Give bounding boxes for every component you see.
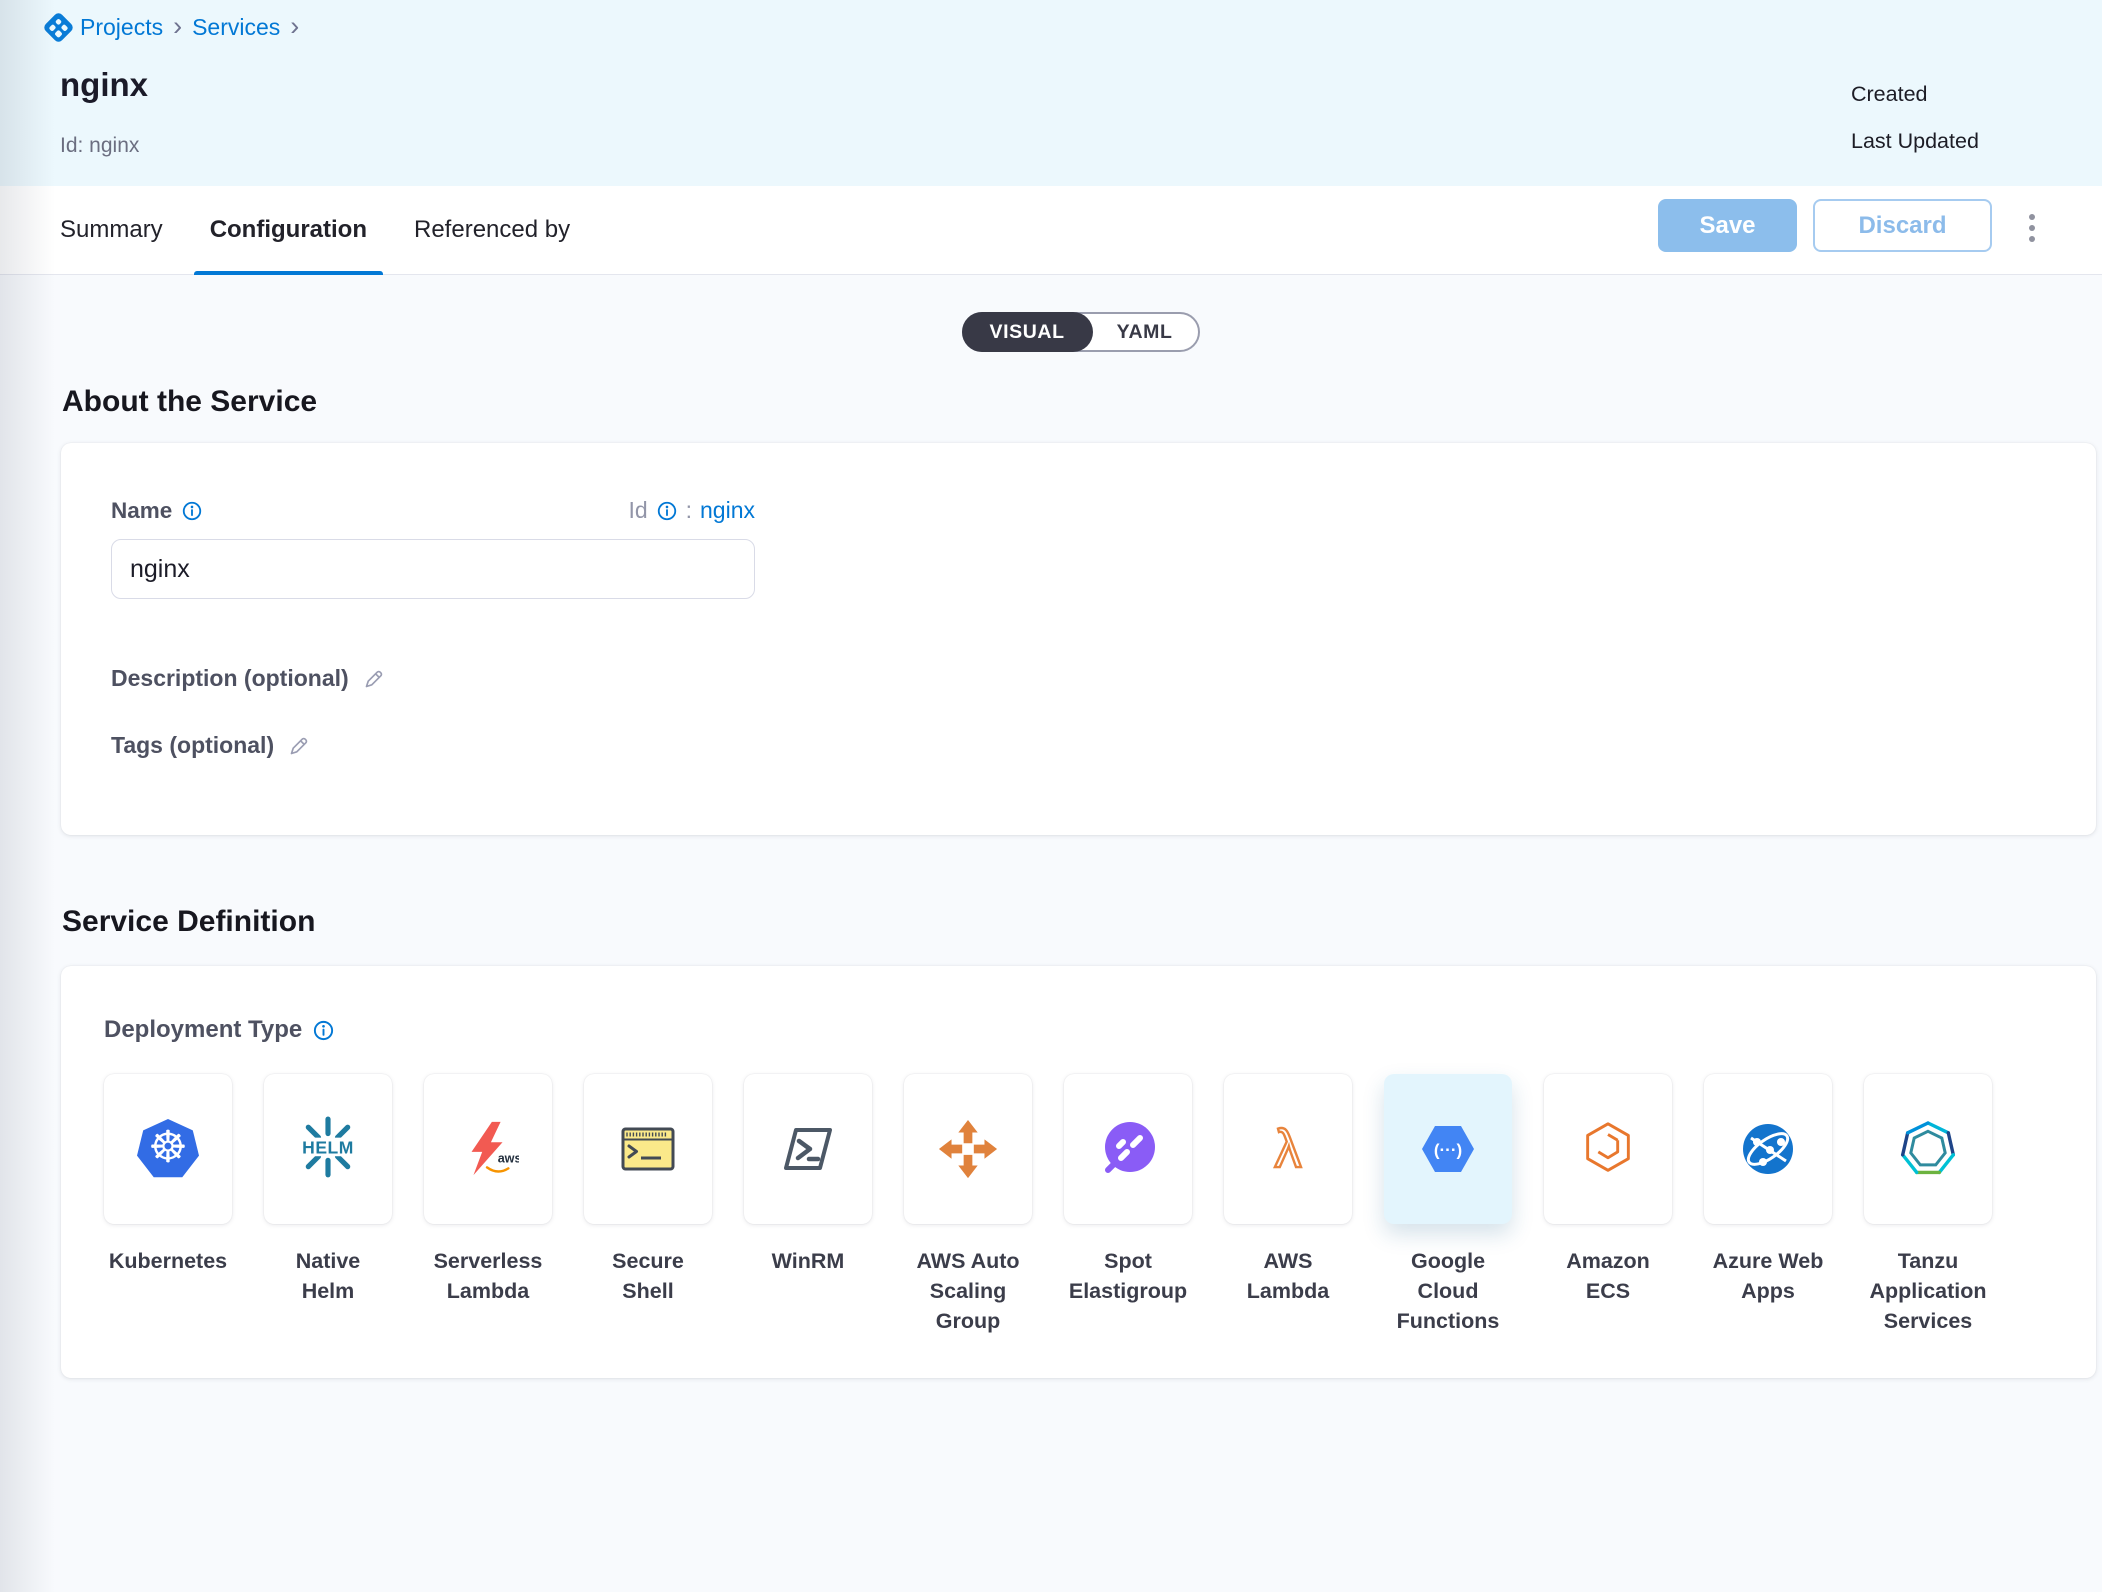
deployment-type-label: TanzuApplicationServices xyxy=(1844,1246,2012,1336)
breadcrumb: Projects › Services › xyxy=(47,14,299,41)
deployment-type-tanzu-application-services[interactable]: TanzuApplicationServices xyxy=(1864,1074,1992,1336)
deployment-type-label: WinRM xyxy=(724,1246,892,1276)
id-row: Id : nginx xyxy=(628,497,755,524)
service-definition-heading: Service Definition xyxy=(62,905,2102,939)
deployment-type-spot-elastigroup[interactable]: SpotElastigroup xyxy=(1064,1074,1192,1336)
save-button[interactable]: Save xyxy=(1658,199,1797,252)
edit-pencil-icon[interactable] xyxy=(362,667,386,691)
deployment-type-tile[interactable] xyxy=(1864,1074,1992,1224)
deployment-type-label: AWS AutoScalingGroup xyxy=(884,1246,1052,1336)
harness-project-icon[interactable] xyxy=(42,11,75,44)
deployment-type-label: AWSLambda xyxy=(1204,1246,1372,1306)
breadcrumb-services-link[interactable]: Services xyxy=(192,14,280,41)
deployment-type-serverless-lambda[interactable]: awsServerlessLambda xyxy=(424,1074,552,1336)
id-colon: : xyxy=(686,497,692,524)
deployment-type-winrm[interactable]: WinRM xyxy=(744,1074,872,1336)
deployment-type-tile[interactable]: (···) xyxy=(1384,1074,1512,1224)
info-icon[interactable] xyxy=(181,500,203,522)
svg-text:HELM: HELM xyxy=(302,1138,354,1158)
header-meta: Created Last Updated xyxy=(1851,82,1979,176)
service-name-input[interactable] xyxy=(111,539,755,599)
tags-row: Tags (optional) xyxy=(111,732,2046,759)
tags-label: Tags (optional) xyxy=(111,732,274,759)
deployment-type-tile[interactable] xyxy=(1544,1074,1672,1224)
page-id: Id: nginx xyxy=(60,134,139,158)
terminal-icon xyxy=(614,1115,682,1183)
deployment-type-aws-auto-scaling-group[interactable]: AWS AutoScalingGroup xyxy=(904,1074,1032,1336)
deployment-type-tile[interactable] xyxy=(904,1074,1032,1224)
tab-summary[interactable]: Summary xyxy=(60,186,163,274)
tab-configuration[interactable]: Configuration xyxy=(210,186,367,274)
deployment-type-tile[interactable] xyxy=(1064,1074,1192,1224)
spot-comet-icon xyxy=(1094,1115,1162,1183)
deployment-type-tile[interactable] xyxy=(584,1074,712,1224)
powershell-icon xyxy=(774,1115,842,1183)
google-cloud-functions-icon: (···) xyxy=(1414,1115,1482,1183)
deployment-type-tile[interactable]: HELM xyxy=(264,1074,392,1224)
name-label: Name xyxy=(111,498,172,524)
svg-text:aws: aws xyxy=(498,1152,519,1166)
name-label-row: Name xyxy=(111,498,203,524)
deployment-type-label: Azure WebApps xyxy=(1684,1246,1852,1306)
deployment-type-amazon-ecs[interactable]: AmazonECS xyxy=(1544,1074,1672,1336)
chevron-right-icon: › xyxy=(290,16,299,36)
toggle-visual[interactable]: VISUAL xyxy=(962,312,1093,352)
deployment-type-kubernetes[interactable]: ☸Kubernetes xyxy=(104,1074,232,1336)
chevron-right-icon: › xyxy=(173,16,182,36)
created-label: Created xyxy=(1851,82,1979,104)
auto-scaling-arrows-icon xyxy=(934,1115,1002,1183)
deployment-type-label: SecureShell xyxy=(564,1246,732,1306)
visual-yaml-toggle: VISUAL YAML xyxy=(962,312,1201,352)
aws-lambda-icon: λ xyxy=(1254,1115,1322,1183)
deployment-type-google-cloud-functions[interactable]: (···)GoogleCloudFunctions xyxy=(1384,1074,1512,1336)
deployment-type-grid: ☸KubernetesHELMNativeHelmawsServerlessLa… xyxy=(104,1074,2053,1336)
about-service-heading: About the Service xyxy=(62,385,2102,419)
tanzu-heptagon-icon xyxy=(1894,1115,1962,1183)
toggle-yaml[interactable]: YAML xyxy=(1091,314,1199,350)
deployment-type-label: ServerlessLambda xyxy=(404,1246,572,1306)
deployment-type-label: NativeHelm xyxy=(244,1246,412,1306)
deployment-type-tile[interactable]: ☸ xyxy=(104,1074,232,1224)
deployment-type-tile[interactable]: λ xyxy=(1224,1074,1352,1224)
azure-globe-icon xyxy=(1734,1115,1802,1183)
page-title: nginx xyxy=(60,66,148,104)
amazon-ecs-icon xyxy=(1574,1115,1642,1183)
deployment-type-tile[interactable] xyxy=(744,1074,872,1224)
breadcrumb-projects-link[interactable]: Projects xyxy=(80,14,163,41)
deployment-type-aws-lambda[interactable]: λAWSLambda xyxy=(1224,1074,1352,1336)
service-definition-card: Deployment Type ☸KubernetesHELMNativeHel… xyxy=(61,966,2096,1378)
deployment-type-label: GoogleCloudFunctions xyxy=(1364,1246,1532,1336)
serverless-aws-lambda-icon: aws xyxy=(454,1115,522,1183)
tab-bar: Summary Configuration Referenced by Save… xyxy=(0,186,2102,275)
kubernetes-icon: ☸ xyxy=(134,1115,202,1183)
id-value-link[interactable]: nginx xyxy=(700,497,755,524)
deployment-type-row: Deployment Type xyxy=(104,1016,2053,1044)
id-label: Id xyxy=(628,497,647,524)
tab-referenced-by[interactable]: Referenced by xyxy=(414,186,570,274)
kebab-menu-icon[interactable] xyxy=(2010,204,2054,252)
deployment-type-label: Deployment Type xyxy=(104,1016,302,1044)
discard-button[interactable]: Discard xyxy=(1813,199,1992,252)
edit-pencil-icon[interactable] xyxy=(287,734,311,758)
info-icon[interactable] xyxy=(312,1019,335,1042)
deployment-type-azure-web-apps[interactable]: Azure WebApps xyxy=(1704,1074,1832,1336)
configuration-content: VISUAL YAML About the Service Name Id : … xyxy=(0,312,2102,1378)
helm-icon: HELM xyxy=(294,1115,362,1183)
page-header: Projects › Services › nginx Id: nginx Cr… xyxy=(0,0,2102,186)
deployment-type-label: SpotElastigroup xyxy=(1044,1246,1212,1306)
deployment-type-label: Kubernetes xyxy=(84,1246,252,1276)
description-label: Description (optional) xyxy=(111,665,349,692)
deployment-type-native-helm[interactable]: HELMNativeHelm xyxy=(264,1074,392,1336)
deployment-type-tile[interactable]: aws xyxy=(424,1074,552,1224)
deployment-type-secure-shell[interactable]: SecureShell xyxy=(584,1074,712,1336)
svg-text:(···): (···) xyxy=(1434,1141,1462,1160)
deployment-type-tile[interactable] xyxy=(1704,1074,1832,1224)
svg-text:λ: λ xyxy=(1275,1119,1302,1179)
deployment-type-label: AmazonECS xyxy=(1524,1246,1692,1306)
last-updated-label: Last Updated xyxy=(1851,129,1979,151)
about-service-card: Name Id : nginx Description (optional) xyxy=(61,443,2096,835)
description-row: Description (optional) xyxy=(111,665,2046,692)
info-icon[interactable] xyxy=(656,500,678,522)
